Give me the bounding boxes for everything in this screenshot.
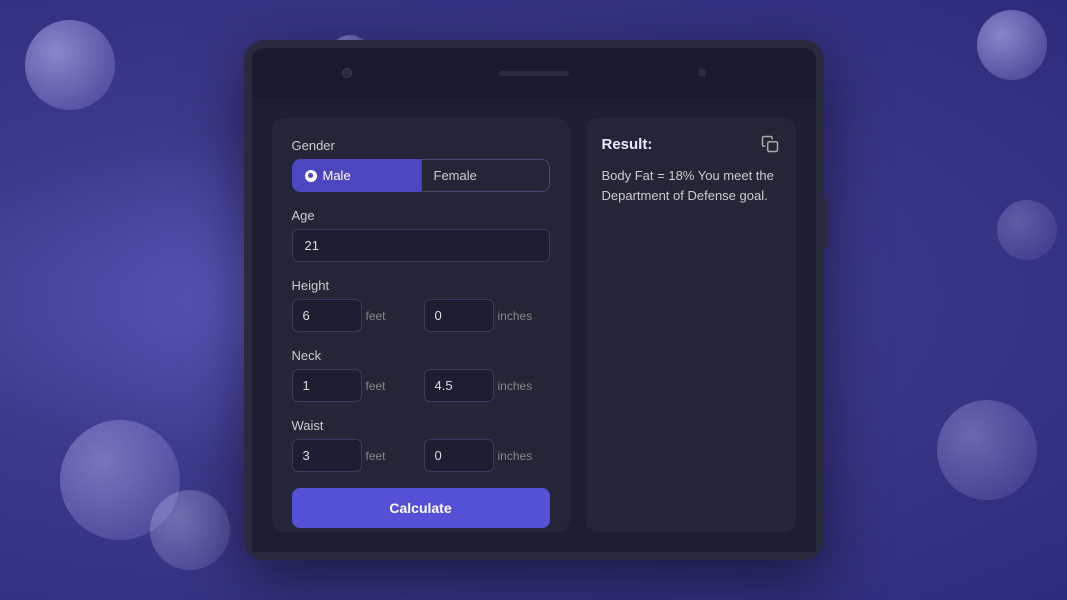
gender-field-group: Gender Male Female [292,138,550,192]
result-text: Body Fat = 18% You meet the Department o… [602,166,780,205]
height-label: Height [292,278,550,293]
neck-label: Neck [292,348,550,363]
decorative-sphere-3 [977,10,1047,80]
copy-icon[interactable] [760,134,780,154]
decorative-sphere-7 [997,200,1057,260]
waist-inches-input[interactable] [424,439,494,472]
age-label: Age [292,208,550,223]
height-measurement-row: feet inches [292,299,550,332]
height-feet-input[interactable] [292,299,362,332]
waist-field-group: Waist feet inches [292,418,550,472]
tablet-camera [342,68,352,78]
age-input[interactable] [292,229,550,262]
neck-inches-unit: inches [498,379,533,393]
form-panel: Gender Male Female Age [272,118,570,532]
neck-feet-unit: feet [366,379,386,393]
waist-label: Waist [292,418,550,433]
neck-feet-group: feet [292,369,418,402]
neck-field-group: Neck feet inches [292,348,550,402]
height-inches-group: inches [424,299,550,332]
neck-measurement-row: feet inches [292,369,550,402]
tablet-device: Gender Male Female Age [244,40,824,560]
height-feet-group: feet [292,299,418,332]
height-feet-unit: feet [366,309,386,323]
decorative-sphere-6 [937,400,1037,500]
tablet-top-bar [252,48,816,98]
female-button[interactable]: Female [421,159,550,192]
neck-feet-input[interactable] [292,369,362,402]
result-panel: Result: Body Fat = 18% You meet the Depa… [586,118,796,532]
tablet-side-button [822,198,828,248]
waist-inches-group: inches [424,439,550,472]
female-label: Female [434,168,477,183]
male-button[interactable]: Male [292,159,421,192]
waist-inches-unit: inches [498,449,533,463]
gender-toggle: Male Female [292,159,550,192]
decorative-sphere-1 [25,20,115,110]
height-field-group: Height feet inches [292,278,550,332]
result-header: Result: [602,134,780,154]
app-content: Gender Male Female Age [252,98,816,552]
gender-label: Gender [292,138,550,153]
result-title: Result: [602,136,653,153]
waist-feet-unit: feet [366,449,386,463]
male-label: Male [323,168,351,183]
waist-feet-group: feet [292,439,418,472]
waist-measurement-row: feet inches [292,439,550,472]
age-field-group: Age [292,208,550,262]
height-inches-input[interactable] [424,299,494,332]
height-inches-unit: inches [498,309,533,323]
neck-inches-group: inches [424,369,550,402]
radio-dot-male [305,170,317,182]
tablet-speaker [499,71,569,76]
decorative-sphere-5 [150,490,230,570]
neck-inches-input[interactable] [424,369,494,402]
radio-inner-male [308,173,313,178]
waist-feet-input[interactable] [292,439,362,472]
tablet-dot [698,69,706,77]
calculate-button[interactable]: Calculate [292,488,550,528]
